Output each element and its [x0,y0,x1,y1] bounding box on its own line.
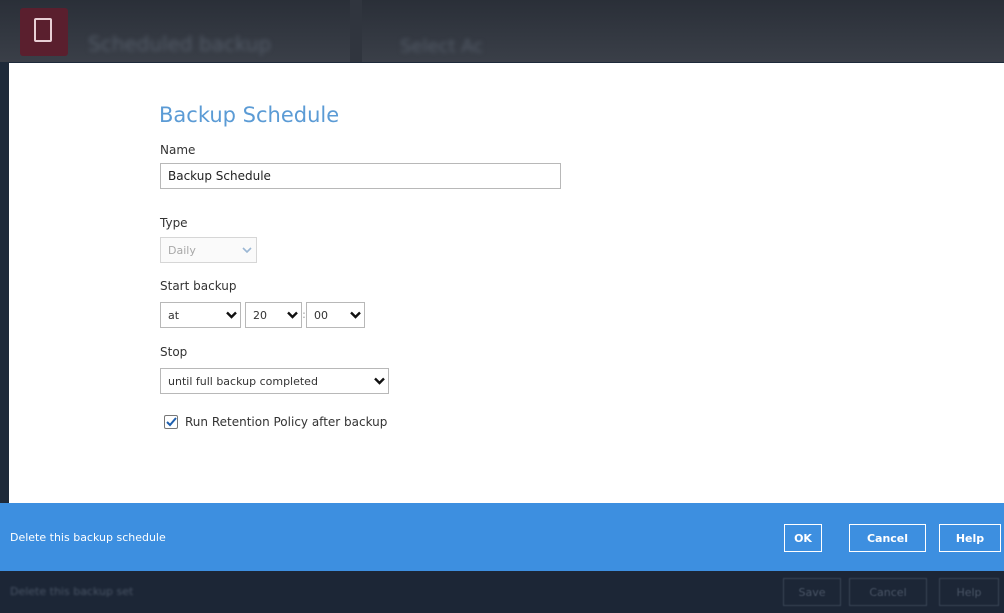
chevron-down-icon [222,311,240,319]
background-footer: Delete this backup set Save Cancel Help [0,571,1004,613]
document-icon [34,18,52,42]
chevron-down-icon [346,311,364,319]
start-minute-value: 00 [314,308,328,322]
stop-select[interactable]: until full backup completed [160,368,389,394]
type-select-value: Daily [168,243,196,257]
cancel-button[interactable]: Cancel [849,524,926,552]
start-minute-select[interactable]: 00 [306,302,365,328]
name-input[interactable] [160,163,561,189]
checkmark-icon [165,417,177,427]
header-divider [350,0,362,62]
background-help-button: Help [939,578,999,606]
background-page-title: Select Ac [400,36,484,57]
retention-checkbox-label[interactable]: Run Retention Policy after backup [185,415,387,429]
ok-button[interactable]: OK [784,524,822,552]
chevron-down-icon [370,377,388,385]
type-select: Daily [160,237,257,263]
dialog-footer: Delete this backup schedule OK Cancel He… [0,503,1004,571]
app-logo [20,8,68,56]
chevron-down-icon [283,311,301,319]
retention-checkbox[interactable] [164,415,178,429]
start-hour-value: 20 [253,308,267,322]
start-mode-value: at [168,308,180,322]
backup-schedule-dialog: Backup Schedule Name Type Daily Start ba… [9,63,1004,503]
background-cancel-button: Cancel [849,578,927,606]
stop-label: Stop [160,345,188,359]
background-app-title: Scheduled backup [88,32,272,56]
background-app-header: Scheduled backup Select Ac [0,0,1004,62]
name-label: Name [160,143,196,157]
start-hour-select[interactable]: 20 [245,302,302,328]
chevron-down-icon [238,246,256,254]
dialog-title: Backup Schedule [159,103,340,127]
background-delete-link: Delete this backup set [10,585,134,598]
stop-select-value: until full backup completed [168,374,318,388]
background-save-button: Save [783,578,841,606]
help-button[interactable]: Help [939,524,1001,552]
start-mode-select[interactable]: at [160,302,241,328]
type-label: Type [160,216,188,230]
start-backup-label: Start backup [160,279,237,293]
delete-schedule-link[interactable]: Delete this backup schedule [10,531,166,544]
